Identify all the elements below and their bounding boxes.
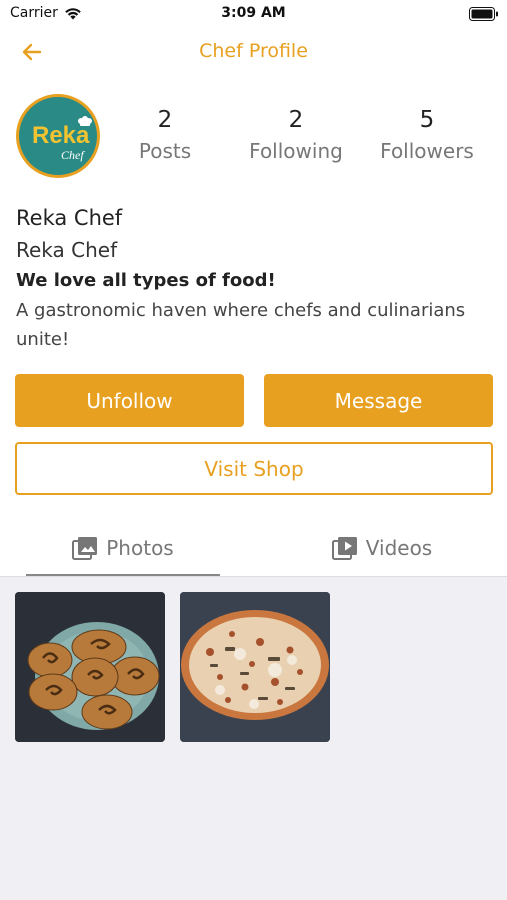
unfollow-button[interactable]: Unfollow	[15, 374, 244, 427]
pizza-photo	[180, 592, 330, 742]
stat-followers-value: 5	[419, 107, 435, 133]
stat-following-label: Following	[249, 139, 343, 163]
chef-logo: Reka Chef	[32, 116, 92, 162]
visit-shop-button[interactable]: Visit Shop	[15, 442, 493, 495]
battery-icon	[469, 7, 498, 21]
bio-description: A gastronomic haven where chefs and culi…	[16, 300, 466, 350]
avatar: Reka Chef	[16, 94, 100, 178]
tab-videos[interactable]: Videos	[288, 520, 476, 576]
videos-icon	[331, 537, 357, 560]
svg-text:Reka: Reka	[32, 122, 90, 149]
stat-posts-label: Posts	[138, 139, 192, 163]
photo-grid	[0, 577, 507, 900]
profile-bio: Reka Chef Reka Chef We love all types of…	[16, 202, 496, 354]
clock: 3:09 AM	[221, 5, 286, 21]
tab-photos-label: Photos	[106, 536, 174, 560]
stat-posts-value: 2	[157, 107, 173, 133]
stat-following[interactable]: 2 Following	[231, 104, 361, 166]
username: Reka Chef	[16, 238, 118, 262]
svg-text:Chef: Chef	[61, 148, 85, 162]
display-name: Reka Chef	[16, 206, 123, 230]
photo-thumbnail-pastries[interactable]	[15, 592, 165, 742]
media-tabs: Photos Videos	[0, 520, 507, 577]
stat-following-value: 2	[288, 107, 304, 133]
message-button[interactable]: Message	[264, 374, 493, 427]
tab-videos-label: Videos	[365, 536, 433, 560]
tagline: We love all types of food!	[16, 270, 276, 291]
stat-posts[interactable]: 2 Posts	[100, 104, 230, 166]
photos-icon	[72, 537, 98, 560]
pastries-photo	[15, 592, 165, 742]
page-title: Chef Profile	[199, 40, 308, 62]
navigation-bar: Chef Profile	[0, 28, 507, 76]
stat-followers-label: Followers	[380, 139, 474, 163]
status-bar: Carrier 3:09 AM	[0, 0, 507, 28]
photo-thumbnail-pizza[interactable]	[180, 592, 330, 742]
tab-photos[interactable]: Photos	[14, 520, 232, 576]
stat-followers[interactable]: 5 Followers	[362, 104, 492, 166]
